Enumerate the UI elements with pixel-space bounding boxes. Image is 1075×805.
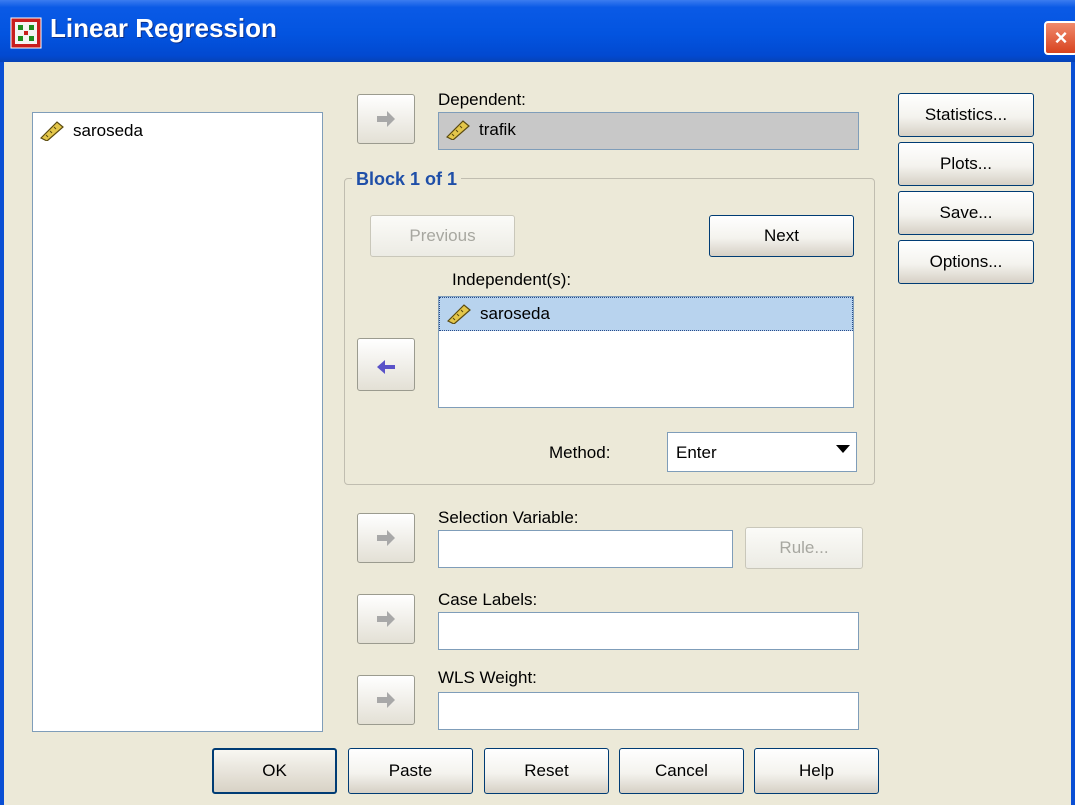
plots-button[interactable]: Plots...: [898, 142, 1034, 186]
case-labels-label: Case Labels:: [438, 590, 538, 609]
wls-weight-field[interactable]: [438, 692, 859, 730]
rule-button[interactable]: Rule...: [745, 527, 863, 569]
block-title: Block 1 of 1: [352, 169, 462, 190]
save-button[interactable]: Save...: [898, 191, 1034, 235]
move-to-dependent-button[interactable]: [357, 94, 415, 144]
independents-list[interactable]: saroseda: [438, 296, 854, 408]
ok-button[interactable]: OK: [212, 748, 337, 794]
list-item[interactable]: saroseda: [39, 121, 143, 141]
independents-label: Independent(s):: [452, 270, 572, 289]
previous-button[interactable]: Previous: [370, 215, 515, 257]
dependent-item[interactable]: trafik: [445, 120, 516, 140]
right-arrow-icon: [377, 111, 395, 127]
paste-button[interactable]: Paste: [348, 748, 473, 794]
cancel-button[interactable]: Cancel: [619, 748, 744, 794]
right-arrow-icon: [377, 692, 395, 708]
spss-app-icon: [10, 17, 42, 49]
selection-variable-label: Selection Variable:: [438, 508, 579, 527]
window-title: Linear Regression: [50, 13, 277, 43]
close-button[interactable]: ×: [1044, 21, 1075, 55]
chevron-down-icon[interactable]: [836, 445, 850, 453]
selection-variable-field[interactable]: [438, 530, 733, 568]
next-button[interactable]: Next: [709, 215, 854, 257]
dependent-label: Dependent:: [438, 90, 526, 109]
wls-weight-label: WLS Weight:: [438, 668, 537, 687]
independent-variable-name: saroseda: [480, 304, 550, 323]
statistics-button[interactable]: Statistics...: [898, 93, 1034, 137]
right-arrow-icon: [377, 530, 395, 546]
title-bar[interactable]: Linear Regression ×: [0, 0, 1075, 62]
move-to-wls-button[interactable]: [357, 675, 415, 725]
dependent-value: trafik: [479, 120, 516, 139]
method-label: Method:: [549, 443, 611, 462]
list-item[interactable]: saroseda: [439, 297, 853, 331]
case-labels-field[interactable]: [438, 612, 859, 650]
move-to-selection-button[interactable]: [357, 513, 415, 563]
move-to-case-labels-button[interactable]: [357, 594, 415, 644]
move-from-independents-button[interactable]: [357, 338, 415, 391]
scale-ruler-icon: [446, 304, 471, 324]
options-button[interactable]: Options...: [898, 240, 1034, 284]
window-frame-right: [1071, 62, 1075, 805]
method-select[interactable]: Enter: [667, 432, 857, 472]
source-variable-list[interactable]: saroseda: [32, 112, 323, 732]
window-frame-left: [0, 62, 4, 805]
help-button[interactable]: Help: [754, 748, 879, 794]
reset-button[interactable]: Reset: [484, 748, 609, 794]
dependent-field[interactable]: trafik: [438, 112, 859, 150]
variable-name: saroseda: [73, 121, 143, 140]
scale-ruler-icon: [39, 121, 64, 141]
method-value: Enter: [676, 443, 717, 462]
right-arrow-icon: [377, 611, 395, 627]
left-curved-arrow-icon: [377, 356, 395, 374]
scale-ruler-icon: [445, 120, 470, 140]
